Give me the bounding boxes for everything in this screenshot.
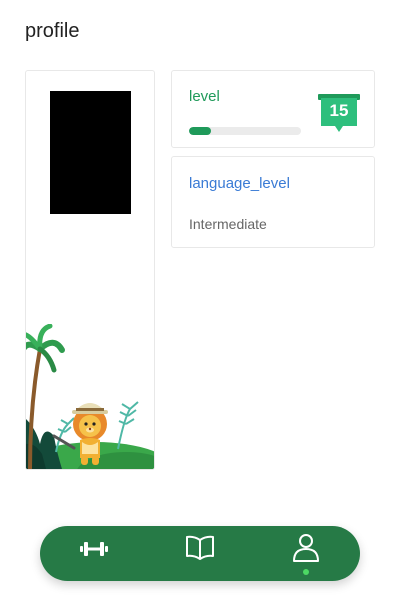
dumbbell-icon [80, 542, 108, 556]
page-title: profile [25, 20, 80, 42]
nav-item-learn[interactable] [170, 526, 230, 581]
level-progress-fill [189, 127, 212, 135]
nav-item-profile[interactable] [276, 526, 336, 581]
language-level-title: language_level [189, 175, 290, 192]
active-indicator-dot [303, 569, 309, 575]
nav-item-workout[interactable] [64, 526, 124, 581]
level-number: 15 [329, 101, 349, 120]
level-label: level [189, 88, 220, 105]
level-progress-bar [189, 127, 301, 135]
language-level-value: Intermediate [189, 216, 267, 232]
level-badge: 15 [318, 94, 360, 134]
user-icon [293, 534, 319, 562]
book-icon [186, 535, 214, 560]
language-level-card[interactable]: language_level Intermediate [171, 156, 375, 248]
level-card: level 15 [171, 70, 375, 148]
avatar-card [25, 70, 155, 470]
bottom-nav [40, 526, 360, 581]
avatar[interactable] [50, 91, 131, 214]
jungle-lion-illustration [26, 324, 154, 469]
